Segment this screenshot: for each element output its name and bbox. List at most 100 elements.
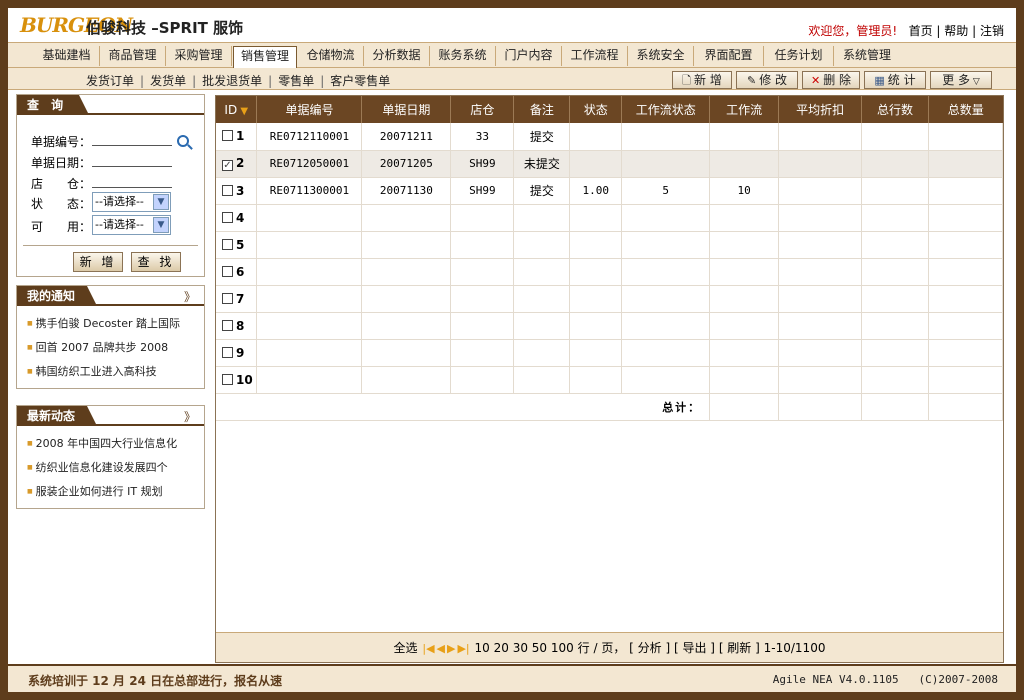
news-more-icon[interactable]: 》 [184, 408, 196, 425]
menu-item-security[interactable]: 系统安全 [628, 46, 694, 66]
news-item[interactable]: 纺织业信息化建设发展四个 [17, 456, 204, 480]
query-new-button[interactable]: 新 增 [73, 252, 123, 272]
more-button[interactable]: 更 多 ▽ [930, 71, 992, 89]
page-size-100[interactable]: 100 [551, 641, 574, 655]
col-header-note[interactable]: 备注 [513, 96, 571, 123]
submenu-ship-order[interactable]: 发货订单 [86, 74, 134, 88]
news-item[interactable]: 2008 年中国四大行业信息化 [17, 432, 204, 456]
notices-list: 携手伯骏 Decoster 踏上国际 回首 2007 品牌共步 2008 韩国纺… [17, 312, 204, 384]
table-row[interactable]: 10 [216, 366, 1004, 394]
col-header-store[interactable]: 店仓 [450, 96, 515, 123]
table-row[interactable]: 4 [216, 204, 1004, 232]
query-find-button[interactable]: 查 找 [131, 252, 181, 272]
table-row[interactable]: 8 [216, 312, 1004, 340]
col-header-doc-date[interactable]: 单据日期 [361, 96, 452, 123]
cell-wf [709, 123, 780, 151]
menu-item-tasks[interactable]: 任务计划 [764, 46, 834, 66]
doc-date-input[interactable] [92, 153, 172, 167]
table-row[interactable]: 5 [216, 231, 1004, 259]
notices-panel-title: 我的通知 [17, 286, 98, 306]
delete-button[interactable]: ✕ 删 除 [802, 71, 860, 89]
submenu-retail[interactable]: 零售单 [278, 74, 314, 88]
footer: 系统培训于 12 月 24 日在总部进行，报名从速 Agile NEA V4.0… [8, 664, 1016, 692]
cell-discount [778, 285, 863, 313]
row-checkbox[interactable]: ✓ [222, 160, 233, 171]
store-input[interactable] [92, 174, 172, 188]
row-checkbox[interactable] [222, 373, 233, 385]
search-icon[interactable] [177, 135, 193, 150]
menu-item-workflow[interactable]: 工作流程 [562, 46, 628, 66]
row-checkbox[interactable] [222, 292, 233, 304]
stats-button[interactable]: ▦ 统 计 [864, 71, 926, 89]
menu-item-system[interactable]: 系统管理 [834, 46, 900, 66]
news-item[interactable]: 服装企业如何进行 IT 规划 [17, 480, 204, 504]
page-size-20[interactable]: 20 [494, 641, 509, 655]
menu-item-warehouse[interactable]: 仓储物流 [298, 46, 364, 66]
row-checkbox[interactable] [222, 346, 233, 358]
notices-more-icon[interactable]: 》 [184, 288, 196, 305]
menu-item-sales[interactable]: 销售管理 [233, 46, 297, 69]
sub-menu-items: 发货订单 | 发货单 | 批发退货单 | 零售单 | 客户零售单 [86, 74, 391, 88]
cell-note [513, 258, 571, 286]
help-link[interactable]: 帮助 [944, 24, 968, 38]
menu-item-basic[interactable]: 基础建档 [34, 46, 100, 66]
select-all-link[interactable]: 全选 [394, 641, 418, 655]
welcome-text: 欢迎您，管理员! [808, 24, 898, 38]
doc-no-input[interactable] [92, 132, 172, 146]
cell-doc-no: RE0712050001 [256, 150, 363, 178]
row-checkbox[interactable] [222, 184, 233, 196]
col-header-doc-no[interactable]: 单据编号 [256, 96, 363, 123]
export-link[interactable]: [ 导出 ] [674, 641, 715, 655]
table-row[interactable]: ✓ 2 RE0712050001 20071205 SH99 未提交 [216, 150, 1004, 178]
first-page-icon[interactable]: |◀ [422, 634, 434, 664]
doc-date-label: 单据日期： [31, 156, 92, 170]
page-size-50[interactable]: 50 [532, 641, 547, 655]
col-header-status[interactable]: 状态 [569, 96, 623, 123]
refresh-link[interactable]: [ 刷新 ] [719, 641, 760, 655]
submenu-customer-retail[interactable]: 客户零售单 [330, 74, 390, 88]
row-checkbox[interactable] [222, 238, 233, 250]
submenu-wholesale-return[interactable]: 批发退货单 [202, 74, 262, 88]
logout-link[interactable]: 注销 [980, 24, 1004, 38]
page-size-30[interactable]: 30 [513, 641, 528, 655]
notice-item[interactable]: 韩国纺织工业进入高科技 [17, 360, 204, 384]
next-page-icon[interactable]: ▶ [447, 634, 455, 664]
table-row[interactable]: 9 [216, 339, 1004, 367]
col-header-qty[interactable]: 总数量 [928, 96, 1003, 123]
notice-item[interactable]: 携手伯骏 Decoster 踏上国际 [17, 312, 204, 336]
col-header-discount[interactable]: 平均折扣 [778, 96, 863, 123]
col-header-wf-status[interactable]: 工作流状态 [621, 96, 711, 123]
menu-item-purchase[interactable]: 采购管理 [166, 46, 232, 66]
cell-wf-status [621, 258, 711, 286]
edit-button[interactable]: ✎ 修 改 [736, 71, 798, 89]
sub-menu: 发货订单 | 发货单 | 批发退货单 | 零售单 | 客户零售单 🗋 新 增 ✎ 修 改 ✕ 删 除 … [8, 68, 1016, 90]
status-select[interactable]: --请选择-- ▼ [92, 192, 171, 212]
table-row[interactable]: 3 RE0711300001 20071130 SH99 提交 1.00 5 10 [216, 177, 1004, 205]
row-checkbox[interactable] [222, 319, 233, 331]
table-row[interactable]: 7 [216, 285, 1004, 313]
menu-item-analysis[interactable]: 分析数据 [364, 46, 430, 66]
row-checkbox[interactable] [222, 211, 233, 223]
submenu-shipment[interactable]: 发货单 [150, 74, 186, 88]
col-header-wf[interactable]: 工作流 [709, 96, 780, 123]
menu-item-accounts[interactable]: 账务系统 [430, 46, 496, 66]
analyze-link[interactable]: [ 分析 ] [629, 641, 670, 655]
last-page-icon[interactable]: ▶| [457, 634, 469, 664]
table-row[interactable]: 1 RE0712110001 20071211 33 提交 [216, 123, 1004, 151]
home-link[interactable]: 首页 [909, 24, 933, 38]
available-select[interactable]: --请选择-- ▼ [92, 215, 171, 235]
table-row[interactable]: 6 [216, 258, 1004, 286]
notice-item[interactable]: 回首 2007 品牌共步 2008 [17, 336, 204, 360]
menu-item-portal[interactable]: 门户内容 [496, 46, 562, 66]
col-header-lines[interactable]: 总行数 [861, 96, 929, 123]
prev-page-icon[interactable]: ◀ [437, 634, 445, 664]
pager: 全选 |◀ ◀ ▶ ▶| 10 20 30 50 100 行 / 页， [ 分析 ] … [216, 632, 1003, 662]
col-header-id[interactable]: ID ▼ [216, 96, 258, 123]
row-checkbox[interactable] [222, 130, 233, 142]
page-size-10[interactable]: 10 [474, 641, 489, 655]
new-button[interactable]: 🗋 新 增 [672, 71, 732, 89]
cell-lines [861, 285, 929, 313]
menu-item-goods[interactable]: 商品管理 [100, 46, 166, 66]
row-checkbox[interactable] [222, 265, 233, 277]
menu-item-ui-config[interactable]: 界面配置 [694, 46, 764, 66]
